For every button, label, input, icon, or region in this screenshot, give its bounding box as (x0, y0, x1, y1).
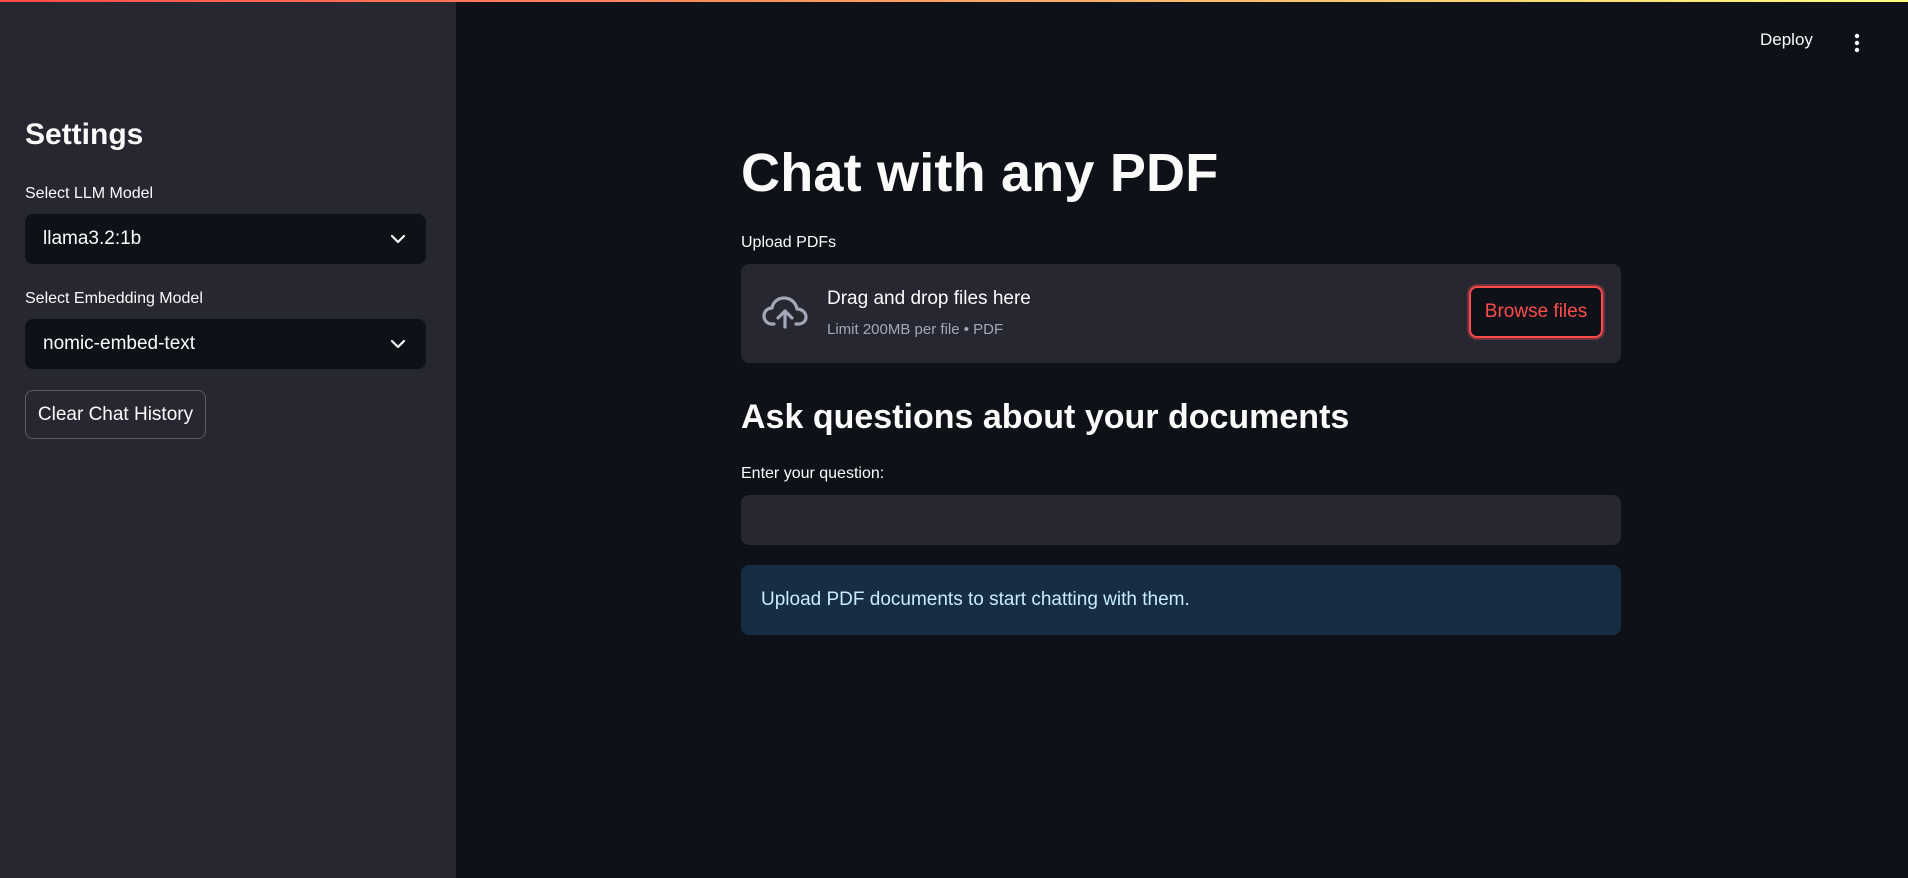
page-title: Chat with any PDF (741, 143, 1219, 203)
top-decoration-line (0, 0, 1908, 2)
section-title: Ask questions about your documents (741, 398, 1350, 436)
question-label: Enter your question: (741, 465, 885, 482)
sidebar-title: Settings (25, 118, 144, 151)
embedding-model-value: nomic-embed-text (43, 333, 196, 354)
info-message: Upload PDF documents to start chatting w… (761, 589, 1190, 610)
app-root: Settings Select LLM Model llama3.2:1b Se… (0, 0, 1908, 878)
clear-chat-history-button[interactable]: Clear Chat History (25, 390, 206, 439)
embedding-model-select[interactable]: nomic-embed-text (25, 319, 426, 369)
llm-model-value: llama3.2:1b (43, 228, 142, 249)
info-alert: Upload PDF documents to start chatting w… (741, 565, 1621, 635)
vertical-dots-icon[interactable] (1848, 30, 1866, 56)
upload-label: Upload PDFs (741, 234, 837, 251)
file-dropzone[interactable]: Drag and drop files here Limit 200MB per… (741, 264, 1621, 363)
llm-model-label: Select LLM Model (25, 185, 154, 202)
upload-limit-text: Limit 200MB per file • PDF (827, 321, 1004, 338)
chevron-down-icon (388, 334, 408, 354)
browse-files-button[interactable]: Browse files (1469, 286, 1603, 338)
cloud-upload-icon (761, 292, 809, 332)
embedding-model-label: Select Embedding Model (25, 290, 203, 307)
deploy-button[interactable]: Deploy (1760, 30, 1813, 50)
sidebar: Settings Select LLM Model llama3.2:1b Se… (0, 0, 456, 878)
question-input[interactable] (741, 495, 1621, 545)
llm-model-select[interactable]: llama3.2:1b (25, 214, 426, 264)
chevron-down-icon (388, 229, 408, 249)
drop-instructions: Drag and drop files here (827, 288, 1031, 309)
